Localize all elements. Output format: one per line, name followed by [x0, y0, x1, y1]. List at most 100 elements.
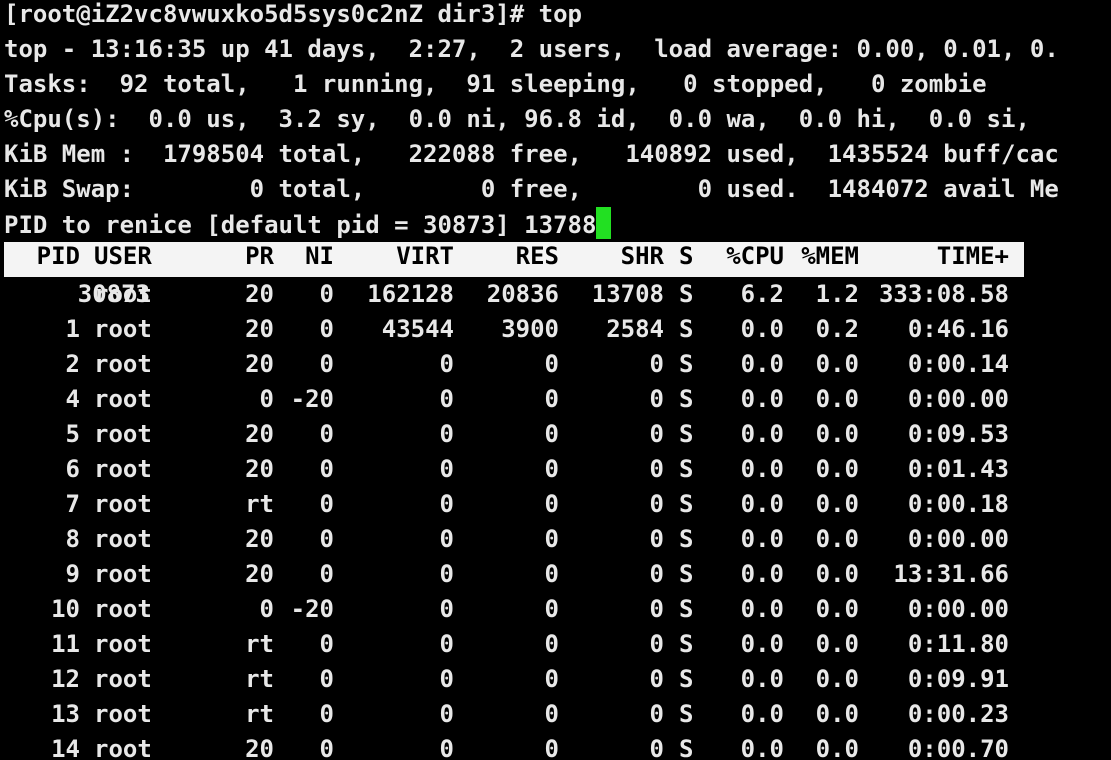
shr-cell: 0 [649, 350, 664, 378]
user-cell: root [94, 560, 152, 588]
pr-cell: 0 [259, 595, 274, 623]
virt-cell: 0 [439, 700, 454, 728]
process-row[interactable]: 30873 root 20 0 162128 20836 13708 S 6.2… [0, 277, 1111, 312]
ni-cell: 0 [319, 490, 334, 518]
virt-cell: 0 [439, 560, 454, 588]
pid-cell: 8 [65, 525, 80, 553]
pr-cell: rt [245, 630, 274, 658]
time-cell: 0:01.43 [907, 455, 1009, 483]
ni-cell: 0 [319, 420, 334, 448]
user-cell: root [94, 280, 152, 308]
time-cell: 0:09.53 [907, 420, 1009, 448]
pid-cell: 12 [51, 665, 80, 693]
state-cell: S [679, 630, 694, 658]
process-row[interactable]: 4 root 0 -20 0 0 0 S 0.0 0.0 0:00.00 [0, 382, 1111, 417]
cpu-cell: 0.0 [740, 595, 784, 623]
process-row[interactable]: 5 root 20 0 0 0 0 S 0.0 0.0 0:09.53 [0, 417, 1111, 452]
virt-cell: 0 [439, 665, 454, 693]
time-cell: 0:00.23 [907, 700, 1009, 728]
ni-cell: -20 [290, 595, 334, 623]
virt-cell: 0 [439, 385, 454, 413]
process-row[interactable]: 6 root 20 0 0 0 0 S 0.0 0.0 0:01.43 [0, 452, 1111, 487]
mem-cell: 0.0 [815, 385, 859, 413]
res-cell: 0 [544, 560, 559, 588]
renice-prompt-text: PID to renice [default pid = 30873] 1378… [4, 211, 597, 239]
time-cell: 0:00.00 [907, 525, 1009, 553]
process-row[interactable]: 12 root rt 0 0 0 0 S 0.0 0.0 0:09.91 [0, 662, 1111, 697]
mem-cell: 0.0 [815, 560, 859, 588]
pid-cell: 5 [65, 420, 80, 448]
process-row[interactable]: 7 root rt 0 0 0 0 S 0.0 0.0 0:00.18 [0, 487, 1111, 522]
state-cell: S [679, 315, 694, 343]
cpu-cell: 0.0 [740, 315, 784, 343]
state-cell: S [679, 350, 694, 378]
res-cell: 0 [544, 700, 559, 728]
ni-cell: 0 [319, 280, 334, 308]
time-cell: 0:09.91 [907, 665, 1009, 693]
cpu-cell: 0.0 [740, 455, 784, 483]
cpu-cell: 0.0 [740, 700, 784, 728]
process-row[interactable]: 9 root 20 0 0 0 0 S 0.0 0.0 13:31.66 [0, 557, 1111, 592]
column-header-ni: NI [305, 242, 334, 270]
process-row[interactable]: 2 root 20 0 0 0 0 S 0.0 0.0 0:00.14 [0, 347, 1111, 382]
mem-cell: 0.0 [815, 700, 859, 728]
virt-cell: 0 [439, 525, 454, 553]
cpu-cell: 0.0 [740, 560, 784, 588]
user-cell: root [94, 665, 152, 693]
cpu-summary-line: %Cpu(s): 0.0 us, 3.2 sy, 0.0 ni, 96.8 id… [4, 105, 1030, 133]
mem-cell: 0.0 [815, 630, 859, 658]
process-row[interactable]: 14 root 20 0 0 0 0 S 0.0 0.0 0:00.70 [0, 732, 1111, 760]
cpu-cell: 0.0 [740, 735, 784, 760]
cpu-cell: 0.0 [740, 525, 784, 553]
pr-cell: 20 [245, 420, 274, 448]
shr-cell: 0 [649, 665, 664, 693]
state-cell: S [679, 665, 694, 693]
time-cell: 0:00.00 [907, 385, 1009, 413]
column-header-mem: %MEM [801, 242, 859, 270]
cpu-cell: 0.0 [740, 385, 784, 413]
virt-cell: 162128 [367, 280, 454, 308]
mem-cell: 0.0 [815, 665, 859, 693]
top-uptime-line: top - 13:16:35 up 41 days, 2:27, 2 users… [4, 35, 1059, 63]
shr-cell: 0 [649, 385, 664, 413]
ni-cell: 0 [319, 630, 334, 658]
process-row[interactable]: 10 root 0 -20 0 0 0 S 0.0 0.0 0:00.00 [0, 592, 1111, 627]
res-cell: 0 [544, 490, 559, 518]
column-header-state: S [679, 242, 694, 270]
process-row[interactable]: 1 root 20 0 43544 3900 2584 S 0.0 0.2 0:… [0, 312, 1111, 347]
process-row[interactable]: 13 root rt 0 0 0 0 S 0.0 0.0 0:00.23 [0, 697, 1111, 732]
cpu-cell: 6.2 [740, 280, 784, 308]
res-cell: 20836 [486, 280, 559, 308]
pid-cell: 13 [51, 700, 80, 728]
shr-cell: 0 [649, 700, 664, 728]
mem-cell: 0.0 [815, 525, 859, 553]
process-table-header: PID USER PR NI VIRT RES SHR S %CPU %MEM … [4, 242, 1024, 277]
process-row[interactable]: 11 root rt 0 0 0 0 S 0.0 0.0 0:11.80 [0, 627, 1111, 662]
pr-cell: 20 [245, 455, 274, 483]
terminal-window[interactable]: [root@iZ2vc8vwuxko5d5sys0c2nZ dir3]# top… [0, 0, 1111, 760]
pr-cell: 20 [245, 560, 274, 588]
virt-cell: 0 [439, 420, 454, 448]
res-cell: 0 [544, 595, 559, 623]
res-cell: 3900 [501, 315, 559, 343]
res-cell: 0 [544, 665, 559, 693]
user-cell: root [94, 420, 152, 448]
renice-input-line[interactable]: PID to renice [default pid = 30873] 1378… [4, 207, 612, 242]
time-cell: 0:46.16 [907, 315, 1009, 343]
column-header-time: TIME+ [936, 242, 1009, 270]
virt-cell: 0 [439, 630, 454, 658]
mem-cell: 0.2 [815, 315, 859, 343]
pid-cell: 7 [65, 490, 80, 518]
process-row[interactable]: 8 root 20 0 0 0 0 S 0.0 0.0 0:00.00 [0, 522, 1111, 557]
user-cell: root [94, 455, 152, 483]
ni-cell: 0 [319, 700, 334, 728]
res-cell: 0 [544, 630, 559, 658]
time-cell: 0:00.70 [907, 735, 1009, 760]
time-cell: 0:11.80 [907, 630, 1009, 658]
tasks-summary-line: Tasks: 92 total, 1 running, 91 sleeping,… [4, 70, 987, 98]
shr-cell: 13708 [591, 280, 664, 308]
time-cell: 13:31.66 [893, 560, 1009, 588]
user-cell: root [94, 385, 152, 413]
column-header-pr: PR [245, 242, 274, 270]
column-header-user: USER [94, 242, 152, 270]
